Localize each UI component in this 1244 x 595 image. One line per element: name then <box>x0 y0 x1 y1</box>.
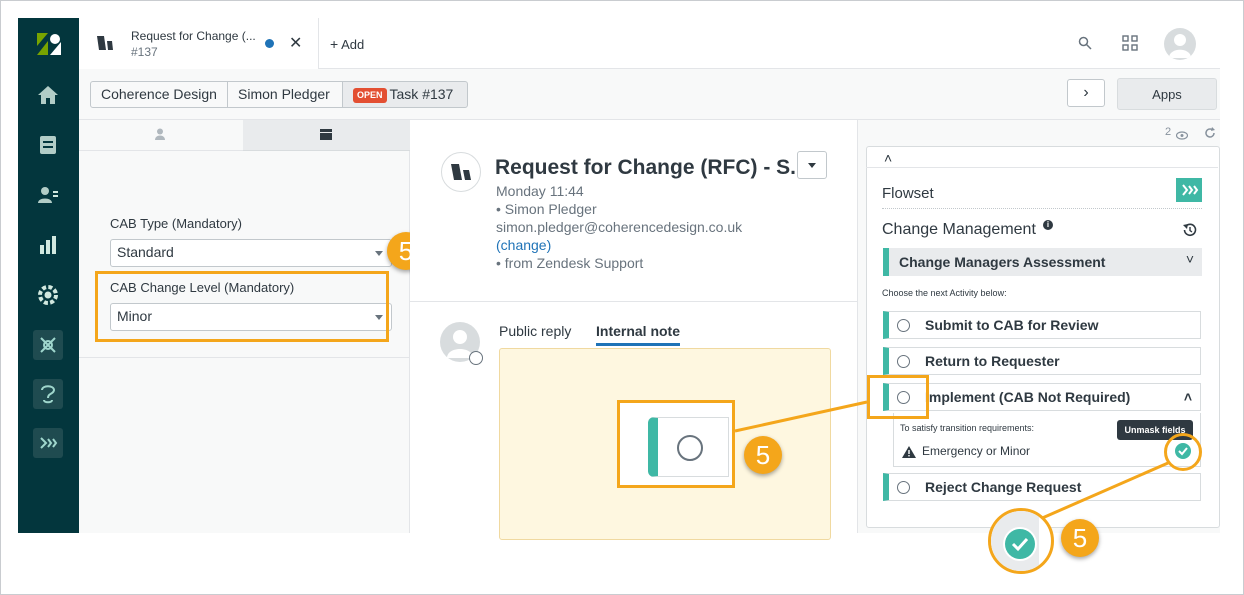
zoom-callout-check <box>988 508 1054 574</box>
step-badge: 5 <box>1061 519 1099 557</box>
callout-connectors <box>734 400 1169 521</box>
zoom-check-icon <box>1005 529 1035 559</box>
